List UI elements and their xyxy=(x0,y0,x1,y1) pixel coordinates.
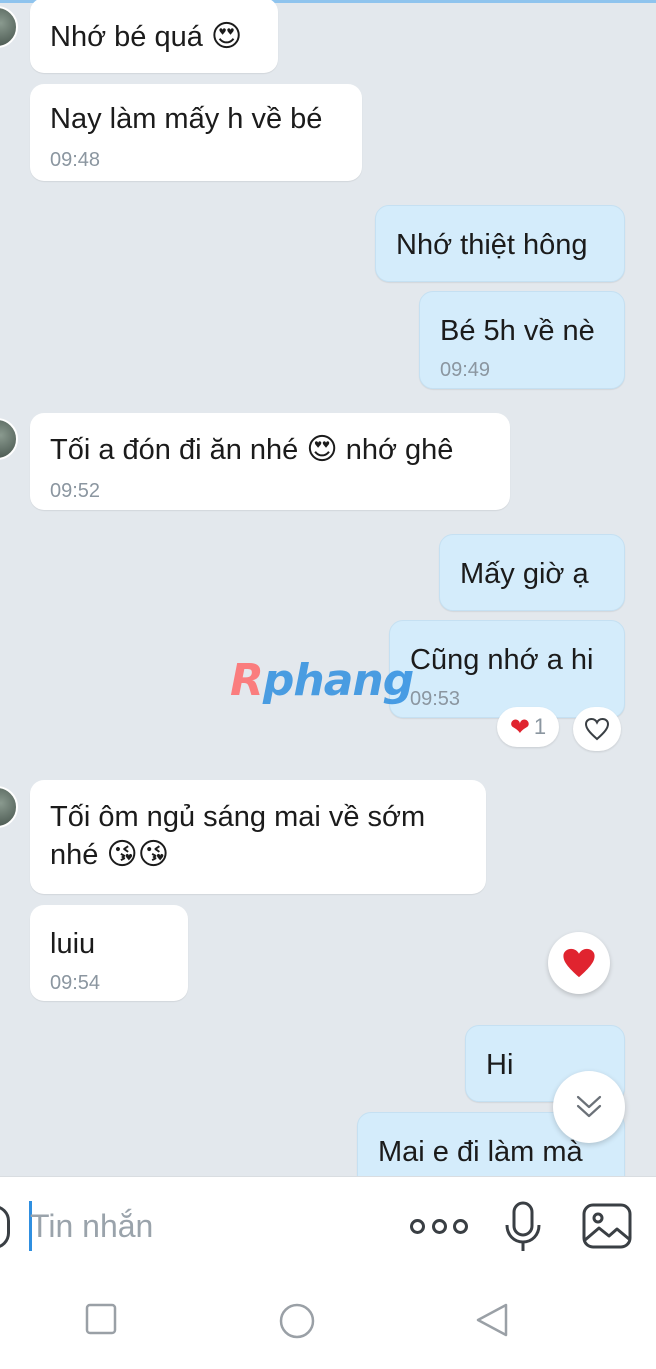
emoji-heart-eyes: 😍 xyxy=(210,19,243,54)
heart-outline-icon xyxy=(584,717,610,741)
heart-icon xyxy=(563,948,595,978)
back-triangle-icon[interactable] xyxy=(474,1302,514,1342)
microphone-icon[interactable] xyxy=(503,1201,543,1253)
message-text: Bé 5h về nè xyxy=(440,315,595,347)
quick-heart-button[interactable] xyxy=(548,932,610,994)
message-bubble-outgoing[interactable]: Nhớ thiệt hông xyxy=(375,205,625,282)
dot xyxy=(431,1218,447,1234)
message-text: luiu xyxy=(50,928,96,960)
avatar[interactable] xyxy=(0,786,18,828)
heart-icon: ❤ xyxy=(509,713,530,741)
message-text: Mấy giờ ạ xyxy=(460,558,589,590)
emoji-kiss: 😘😘 xyxy=(106,837,170,872)
more-icon[interactable] xyxy=(410,1211,468,1241)
message-text: Hi xyxy=(486,1049,514,1081)
emoji-icon[interactable] xyxy=(0,1205,10,1249)
circle-icon[interactable] xyxy=(278,1302,318,1342)
system-nav-bar xyxy=(0,1276,656,1369)
like-button[interactable] xyxy=(573,707,621,751)
chat-area[interactable]: Nhớ bé quá 😍 Nay làm mấy h về bé 09:48 N… xyxy=(0,0,656,1176)
message-time: 09:52 xyxy=(50,480,101,502)
reaction-count-badge[interactable]: ❤ 1 xyxy=(497,707,559,747)
watermark-logo: Rphang xyxy=(230,655,414,706)
message-bubble-incoming[interactable]: Tối a đón đi ăn nhé 😍 nhớ ghê 09:52 xyxy=(30,413,510,510)
message-text: Nhớ bé quá xyxy=(50,21,203,53)
avatar[interactable] xyxy=(0,6,18,48)
message-time: 09:54 xyxy=(50,972,101,994)
chevron-double-down-icon xyxy=(576,1095,602,1118)
message-time: 09:48 xyxy=(50,149,101,171)
message-text: Nay làm mấy h về bé xyxy=(50,103,323,135)
message-text: Cũng nhớ a hi xyxy=(410,644,594,676)
message-bubble-outgoing[interactable]: Cũng nhớ a hi 09:53 xyxy=(389,620,625,718)
message-bubble-incoming[interactable]: Tối ôm ngủ sáng mai về sớm nhé 😘😘 xyxy=(30,780,486,894)
message-time: 09:49 xyxy=(440,359,491,381)
message-input[interactable] xyxy=(30,1201,390,1251)
message-bubble-outgoing[interactable]: Mấy giờ ạ xyxy=(439,534,625,611)
avatar[interactable] xyxy=(0,418,18,460)
message-text-continued: nhớ ghê xyxy=(345,434,454,466)
composer-bar xyxy=(0,1176,656,1276)
dot xyxy=(410,1218,425,1234)
square-icon[interactable] xyxy=(84,1302,124,1342)
message-bubble-incoming[interactable]: Nhớ bé quá 😍 xyxy=(30,0,278,73)
image-icon[interactable] xyxy=(581,1202,633,1250)
message-bubble-outgoing[interactable]: Bé 5h về nè 09:49 xyxy=(419,291,625,389)
scroll-to-bottom-button[interactable] xyxy=(553,1071,625,1143)
reaction-count: 1 xyxy=(533,714,547,739)
message-bubble-incoming[interactable]: luiu 09:54 xyxy=(30,905,188,1001)
message-time: 09:53 xyxy=(410,688,461,710)
message-text: Mai e đi làm mà xyxy=(378,1136,583,1168)
message-bubble-incoming[interactable]: Nay làm mấy h về bé 09:48 xyxy=(30,84,362,181)
emoji-heart-eyes: 😍 xyxy=(306,432,338,467)
dot xyxy=(453,1218,468,1234)
message-text: Nhớ thiệt hông xyxy=(396,229,588,261)
message-text: Tối a đón đi ăn nhé xyxy=(50,434,299,466)
